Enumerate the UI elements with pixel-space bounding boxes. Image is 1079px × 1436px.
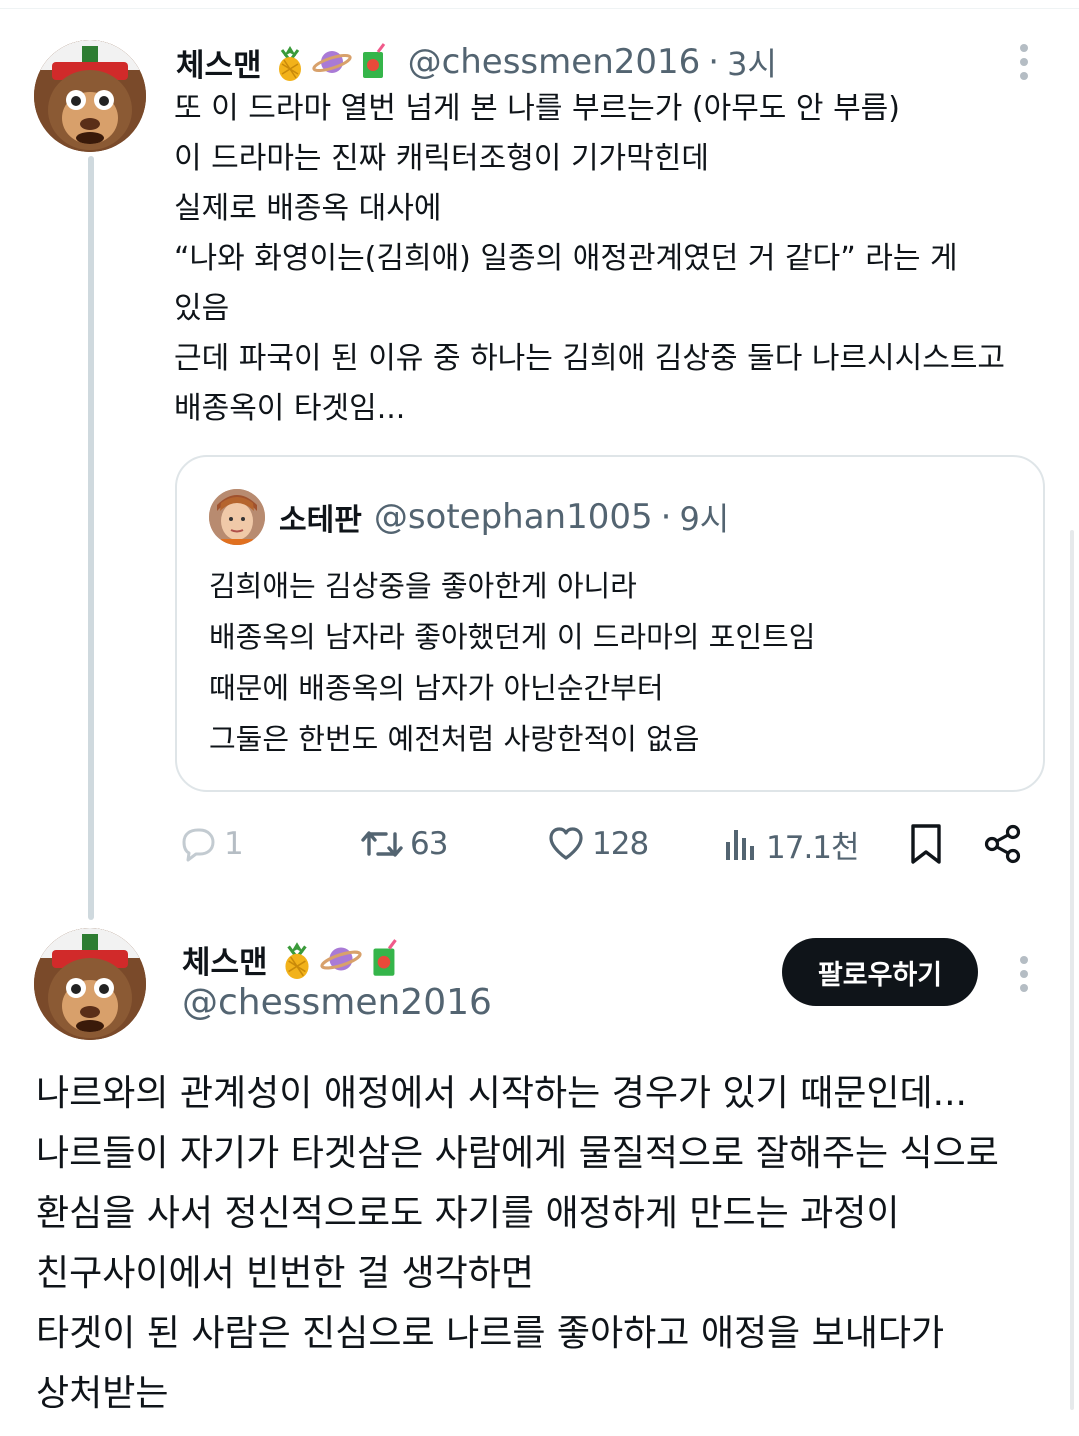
quoted-author-handle[interactable]: @sotephan1005 (374, 497, 653, 537)
tweet-text-line: 환심을 사서 정신적으로도 자기를 애정하게 만드는 과정이 (36, 1193, 900, 1234)
tweet-text-line: 타겟이 된 사람은 진심으로 나르를 좋아하고 애정을 보내다가 (36, 1313, 945, 1354)
share-icon (984, 824, 1021, 864)
tweet-text-line: 실제로 배종옥 대사에 (174, 191, 442, 226)
author-emoji-badges (270, 42, 394, 82)
author-emoji-badges (276, 938, 406, 980)
quoted-tweet-text: 김희애는 김상중을 좋아한게 아니라 배종옥의 남자라 좋아했던게 이 드라마의… (209, 561, 815, 765)
quoted-text-line: 때문에 배종옥의 남자가 아닌순간부터 (209, 671, 664, 705)
juice-box-icon (362, 43, 385, 78)
author-handle[interactable]: @chessmen2016 (408, 42, 701, 82)
like-count: 128 (592, 826, 649, 862)
monkey-avatar-image (34, 928, 146, 1040)
quoted-avatar[interactable] (209, 489, 265, 545)
heart-icon (549, 827, 583, 860)
author-name[interactable]: 체스맨 (182, 937, 268, 982)
tweet-text-line: 상처받는 (36, 1373, 169, 1414)
meta-separator: · (708, 42, 720, 82)
reply-count: 1 (224, 826, 244, 862)
tweet-text-line: 근데 파국이 된 이유 중 하나는 김희애 김상중 둘다 나르시시스트고 (174, 341, 1006, 376)
author-handle[interactable]: @chessmen2016 (182, 982, 492, 1023)
tweet-text: 또 이 드라마 열번 넘게 본 나를 부르는가 (아무도 안 부름) 이 드라마… (174, 84, 1034, 434)
retweet-button[interactable]: 63 (360, 818, 448, 870)
more-options-icon[interactable] (1017, 44, 1031, 80)
view-count: 17.1천 (766, 829, 860, 866)
views-button[interactable]: 17.1천 (722, 818, 860, 870)
tweet-text-line: 친구사이에서 빈번한 걸 생각하면 (36, 1253, 535, 1294)
tweet-text-line: 배종옥이 타겟임... (174, 391, 406, 426)
quoted-timestamp[interactable]: 9시 (679, 494, 729, 540)
tweet-text-line: 나르와의 관계성이 애정에서 시작하는 경우가 있기 때문인데... (36, 1073, 967, 1114)
thread-connector-line (88, 156, 94, 920)
meta-separator: · (660, 497, 672, 537)
tweet-text-line: 나르들이 자기가 타겟삼은 사람에게 물질적으로 잘해주는 식으로 (36, 1133, 999, 1174)
tweet-text-line: 있음 (174, 291, 230, 326)
planet-icon (319, 947, 362, 971)
avatar[interactable] (34, 40, 146, 152)
reply-tweet-text: 나르와의 관계성이 애정에서 시작하는 경우가 있기 때문인데... 나르들이 … (36, 1064, 1046, 1424)
follow-button[interactable]: 팔로우하기 (782, 938, 978, 1006)
quoted-tweet-card[interactable]: 소테판 @sotephan1005 · 9시 김희애는 김상중을 좋아한게 아니… (175, 455, 1045, 792)
author-name[interactable]: 체스맨 (176, 40, 262, 85)
pineapple-icon (278, 46, 301, 81)
scrollbar-track[interactable] (1070, 530, 1074, 1410)
quoted-text-line: 배종옥의 남자라 좋아했던게 이 드라마의 포인트임 (209, 620, 816, 654)
retweet-icon (361, 831, 403, 857)
monkey-avatar-image (34, 40, 146, 152)
planet-icon (311, 51, 352, 73)
reply-author-row: 체스맨 (182, 934, 406, 984)
quoted-author-name[interactable]: 소테판 (279, 495, 362, 539)
top-divider (0, 8, 1079, 9)
reply-button[interactable]: 1 (178, 818, 244, 870)
tweet-timestamp[interactable]: 3시 (727, 39, 777, 85)
bookmark-icon (911, 824, 941, 864)
boy-avatar-image (209, 489, 265, 545)
quoted-text-line: 김희애는 김상중을 좋아한게 아니라 (209, 569, 637, 603)
pineapple-icon (285, 942, 309, 979)
quoted-tweet-header: 소테판 @sotephan1005 · 9시 (209, 489, 729, 545)
bookmark-button[interactable] (906, 818, 946, 870)
more-options-icon[interactable] (1017, 956, 1031, 992)
tweet-text-line: “나와 화영이는(김희애) 일종의 애정관계였던 거 같다” 라는 게 (174, 241, 958, 276)
quoted-text-line: 그둘은 한번도 예전처럼 사랑한적이 없음 (209, 722, 700, 756)
avatar[interactable] (34, 928, 146, 1040)
views-chart-icon (726, 830, 754, 860)
tweet-text-line: 또 이 드라마 열번 넘게 본 나를 부르는가 (아무도 안 부름) (174, 91, 900, 126)
juice-box-icon (373, 939, 397, 976)
share-button[interactable] (982, 818, 1024, 870)
retweet-count: 63 (410, 826, 448, 862)
tweet-action-bar: 1 63 128 17.1천 (176, 818, 1036, 870)
tweet-header: 체스맨 @chessmen2016 · 3시 (176, 40, 777, 84)
tweet-text-line: 이 드라마는 진짜 캐릭터조형이 기가막힌데 (174, 141, 709, 176)
like-button[interactable]: 128 (546, 818, 649, 870)
reply-icon (182, 828, 215, 862)
